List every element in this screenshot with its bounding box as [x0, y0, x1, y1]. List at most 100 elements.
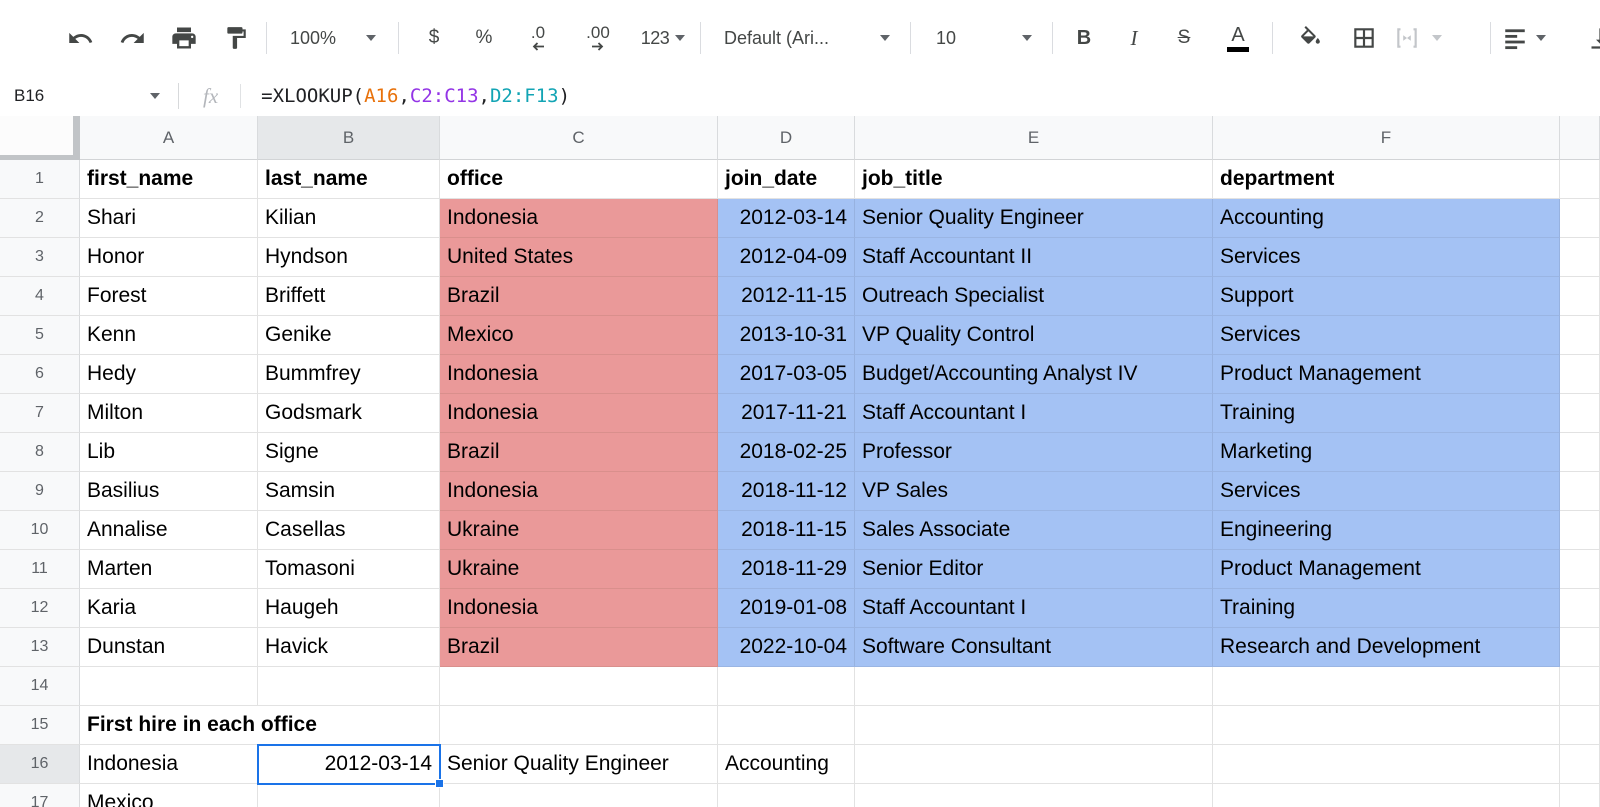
row-header-1[interactable]: 1 [0, 160, 80, 199]
row-header-4[interactable]: 4 [0, 277, 80, 316]
cell-F9[interactable]: Services [1213, 472, 1560, 511]
cell-G2[interactable] [1560, 199, 1600, 238]
cell-C8[interactable]: Brazil [440, 433, 718, 472]
cell-A11[interactable]: Marten [80, 550, 258, 589]
fx-icon[interactable]: fx [203, 84, 218, 109]
cell-D1[interactable]: join_date [718, 160, 855, 199]
cell-F16[interactable] [1213, 745, 1560, 784]
cell-B17[interactable] [258, 784, 440, 807]
cell-D11[interactable]: 2018-11-29 [718, 550, 855, 589]
cell-F17[interactable] [1213, 784, 1560, 807]
cell-C4[interactable]: Brazil [440, 277, 718, 316]
cell-F2[interactable]: Accounting [1213, 199, 1560, 238]
cell-G12[interactable] [1560, 589, 1600, 628]
cell-E12[interactable]: Staff Accountant I [855, 589, 1213, 628]
cell-B14[interactable] [258, 667, 440, 706]
cell-D5[interactable]: 2013-10-31 [718, 316, 855, 355]
cell-B4[interactable]: Briffett [258, 277, 440, 316]
row-header-3[interactable]: 3 [0, 238, 80, 277]
cell-A17[interactable]: Mexico [80, 784, 258, 807]
cell-D15[interactable] [718, 706, 855, 745]
cell-B10[interactable]: Casellas [258, 511, 440, 550]
borders-button[interactable] [1340, 18, 1388, 58]
row-header-11[interactable]: 11 [0, 550, 80, 589]
cell-E17[interactable] [855, 784, 1213, 807]
cell-C2[interactable]: Indonesia [440, 199, 718, 238]
cell-D17[interactable] [718, 784, 855, 807]
cell-F7[interactable]: Training [1213, 394, 1560, 433]
cell-G6[interactable] [1560, 355, 1600, 394]
cell-D12[interactable]: 2019-01-08 [718, 589, 855, 628]
cell-A16[interactable]: Indonesia [80, 745, 258, 784]
cell-F14[interactable] [1213, 667, 1560, 706]
column-header-B[interactable]: B [258, 116, 440, 160]
cell-G17[interactable] [1560, 784, 1600, 807]
cell-E2[interactable]: Senior Quality Engineer [855, 199, 1213, 238]
decrease-decimal-button[interactable]: .0 [512, 18, 564, 58]
cell-C16[interactable]: Senior Quality Engineer [440, 745, 718, 784]
cell-D7[interactable]: 2017-11-21 [718, 394, 855, 433]
row-header-2[interactable]: 2 [0, 199, 80, 238]
cell-B2[interactable]: Kilian [258, 199, 440, 238]
text-color-button[interactable]: A [1216, 18, 1260, 58]
cell-C9[interactable]: Indonesia [440, 472, 718, 511]
cell-B3[interactable]: Hyndson [258, 238, 440, 277]
cell-D6[interactable]: 2017-03-05 [718, 355, 855, 394]
cell-F4[interactable]: Support [1213, 277, 1560, 316]
cell-E3[interactable]: Staff Accountant II [855, 238, 1213, 277]
cell-F13[interactable]: Research and Development [1213, 628, 1560, 667]
cell-A5[interactable]: Kenn [80, 316, 258, 355]
cell-D4[interactable]: 2012-11-15 [718, 277, 855, 316]
cell-G7[interactable] [1560, 394, 1600, 433]
column-header-E[interactable]: E [855, 116, 1213, 160]
cell-C3[interactable]: United States [440, 238, 718, 277]
fill-color-button[interactable] [1286, 18, 1334, 58]
name-box[interactable]: B16 [0, 76, 178, 116]
cell-A7[interactable]: Milton [80, 394, 258, 433]
fill-handle[interactable] [435, 779, 444, 788]
zoom-select[interactable]: 100% [282, 18, 384, 58]
horizontal-align-button[interactable] [1502, 18, 1564, 58]
cell-C10[interactable]: Ukraine [440, 511, 718, 550]
cell-G16[interactable] [1560, 745, 1600, 784]
cell-F6[interactable]: Product Management [1213, 355, 1560, 394]
select-all-corner[interactable] [0, 116, 80, 160]
more-formats-button[interactable]: 123 [632, 18, 694, 58]
row-header-9[interactable]: 9 [0, 472, 80, 511]
row-header-6[interactable]: 6 [0, 355, 80, 394]
column-header-C[interactable]: C [440, 116, 718, 160]
cell-F15[interactable] [1213, 706, 1560, 745]
cell-C1[interactable]: office [440, 160, 718, 199]
cell-G11[interactable] [1560, 550, 1600, 589]
font-select[interactable]: Default (Ari... [714, 18, 900, 58]
redo-button[interactable] [108, 18, 156, 58]
cell-A12[interactable]: Karia [80, 589, 258, 628]
cell-A13[interactable]: Dunstan [80, 628, 258, 667]
print-button[interactable] [160, 18, 208, 58]
column-header-D[interactable]: D [718, 116, 855, 160]
cell-D10[interactable]: 2018-11-15 [718, 511, 855, 550]
cell-D8[interactable]: 2018-02-25 [718, 433, 855, 472]
cell-D2[interactable]: 2012-03-14 [718, 199, 855, 238]
cell-F12[interactable]: Training [1213, 589, 1560, 628]
cell-E14[interactable] [855, 667, 1213, 706]
cell-D9[interactable]: 2018-11-12 [718, 472, 855, 511]
cell-E8[interactable]: Professor [855, 433, 1213, 472]
paint-format-button[interactable] [212, 18, 260, 58]
row-header-15[interactable]: 15 [0, 706, 80, 745]
cell-G5[interactable] [1560, 316, 1600, 355]
cell-C17[interactable] [440, 784, 718, 807]
cell-F8[interactable]: Marketing [1213, 433, 1560, 472]
cell-G8[interactable] [1560, 433, 1600, 472]
increase-decimal-button[interactable]: .00 [570, 18, 626, 58]
cell-B5[interactable]: Genike [258, 316, 440, 355]
cell-B8[interactable]: Signe [258, 433, 440, 472]
cell-A14[interactable] [80, 667, 258, 706]
cell-G3[interactable] [1560, 238, 1600, 277]
cell-C6[interactable]: Indonesia [440, 355, 718, 394]
cell-E11[interactable]: Senior Editor [855, 550, 1213, 589]
column-header-G[interactable] [1560, 116, 1600, 160]
merge-cells-button[interactable] [1394, 18, 1468, 58]
cell-A6[interactable]: Hedy [80, 355, 258, 394]
row-header-10[interactable]: 10 [0, 511, 80, 550]
